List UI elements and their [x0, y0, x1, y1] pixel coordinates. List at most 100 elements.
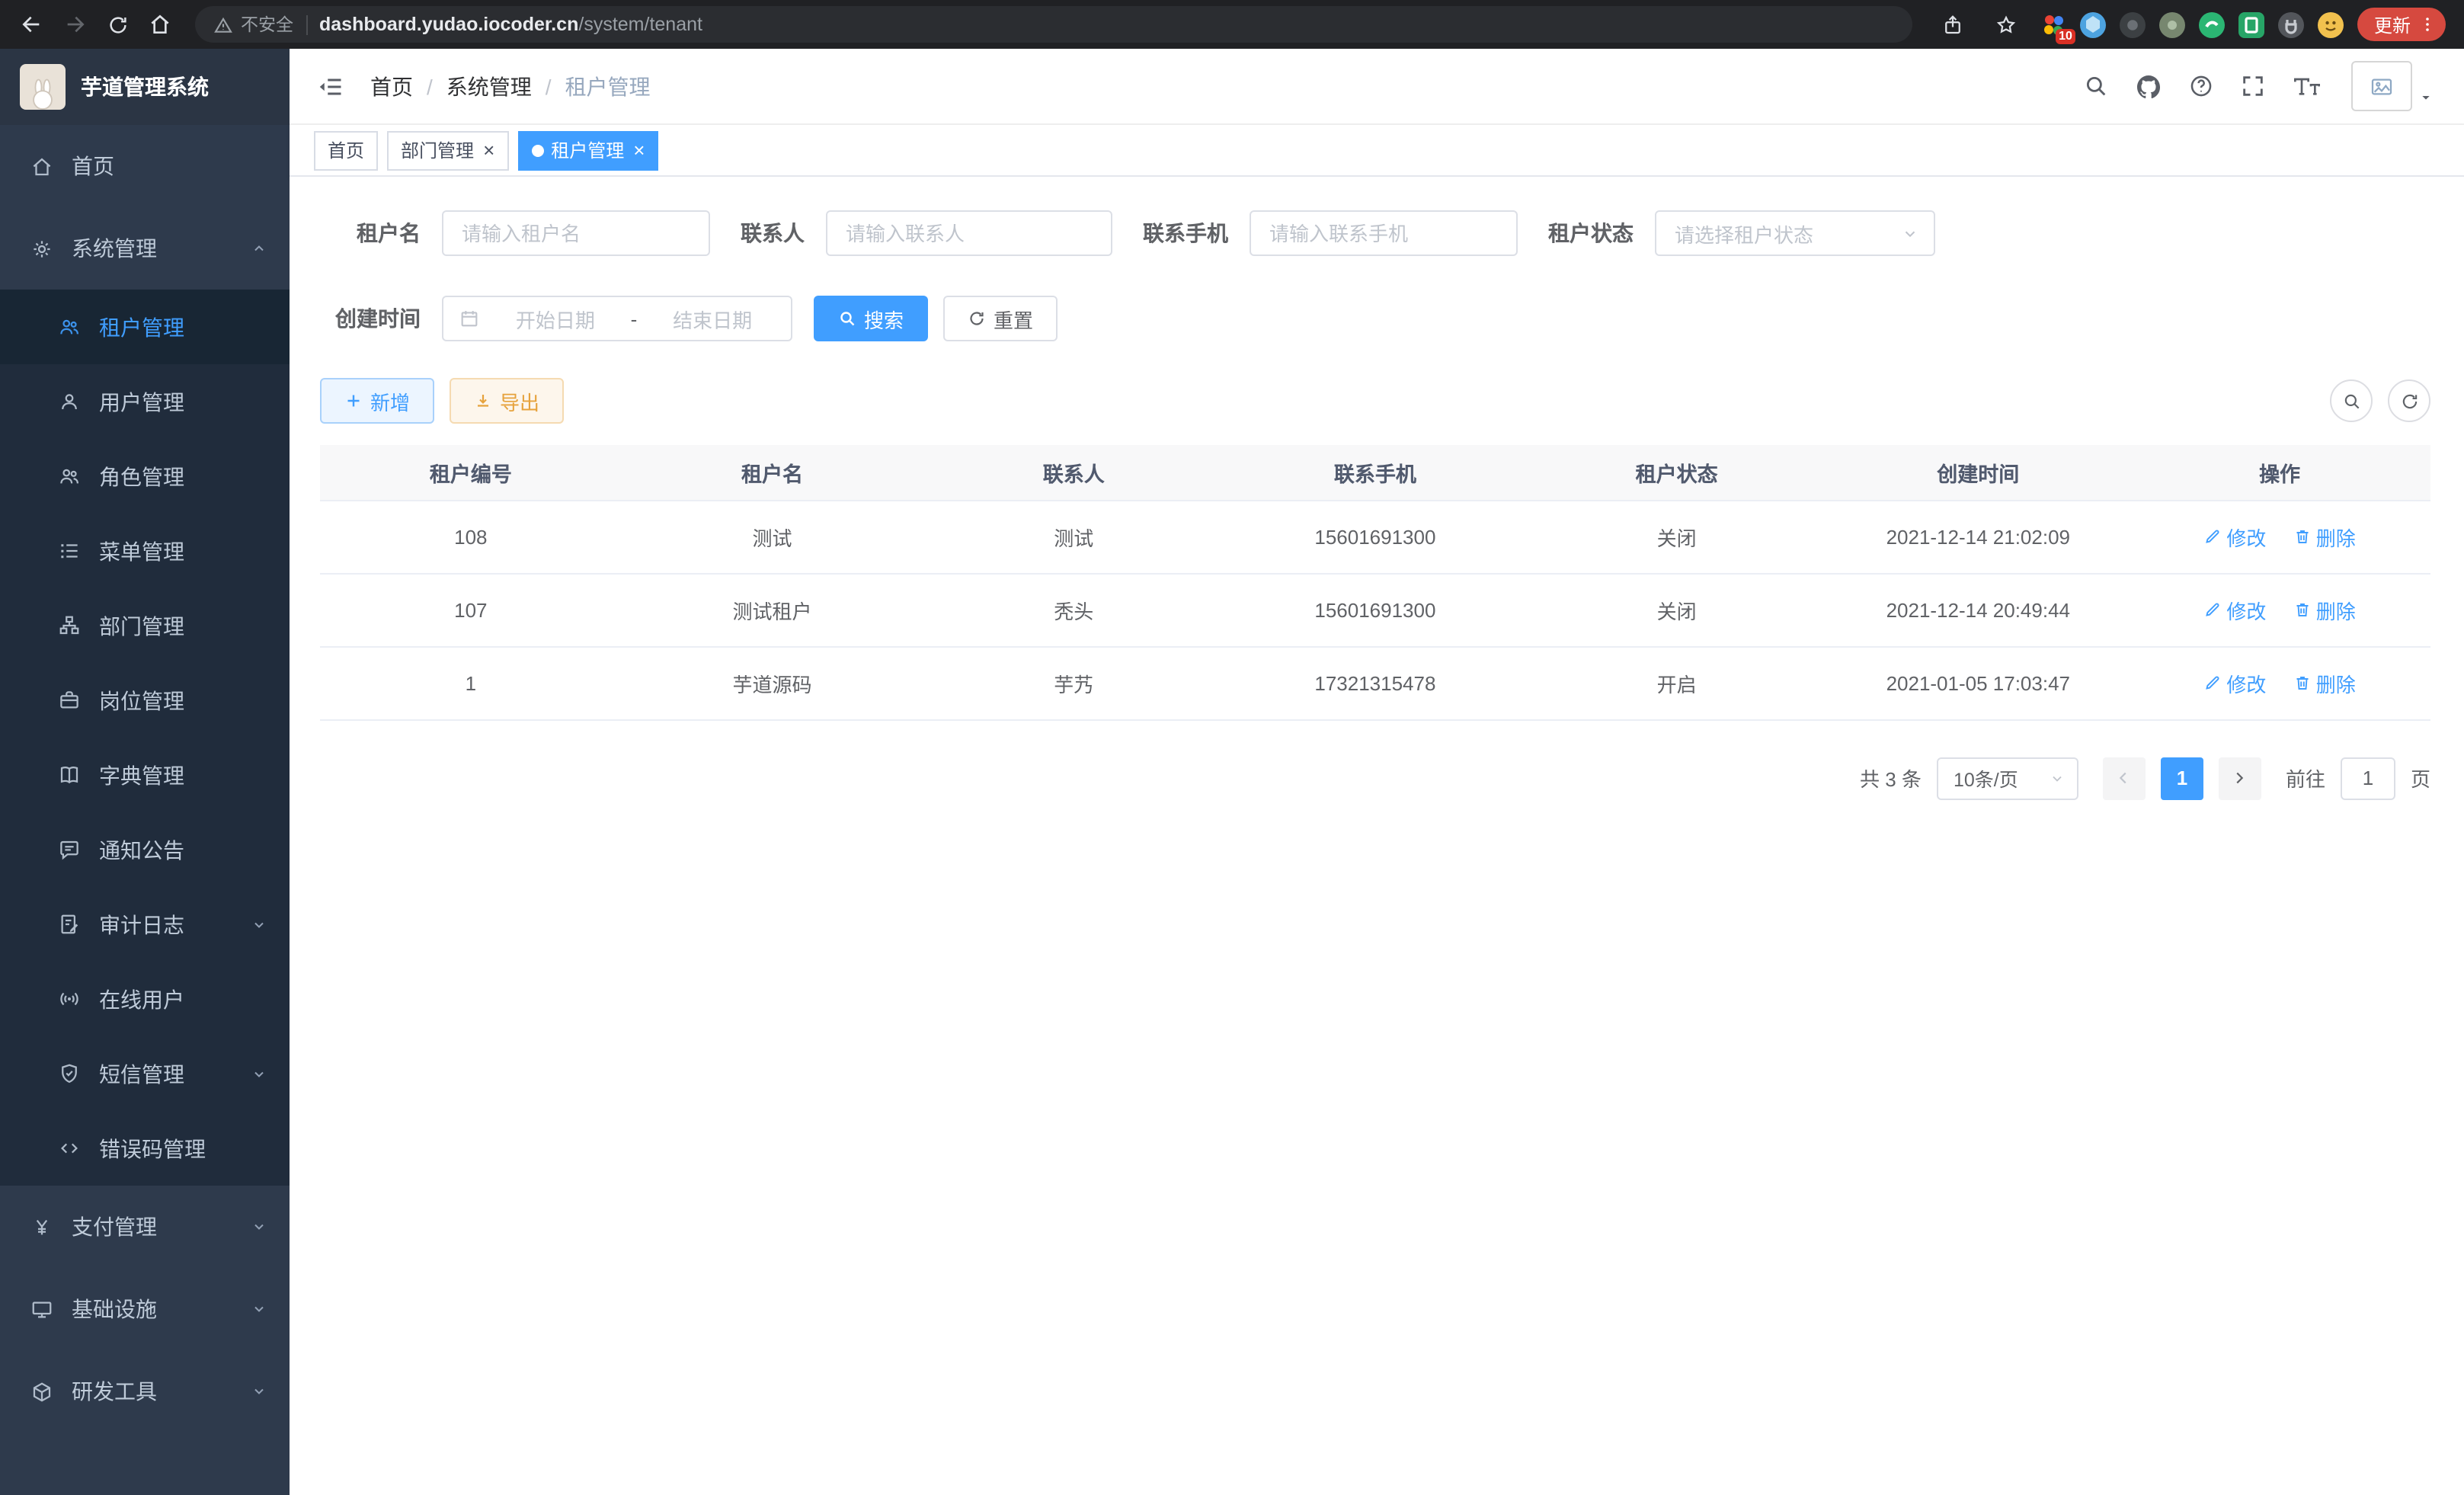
breadcrumb-current: 租户管理 [565, 71, 651, 101]
font-size-icon[interactable] [2292, 74, 2321, 98]
browser-update-button[interactable]: 更新 [2357, 8, 2446, 41]
pagination: 共 3 条 10条/页 1 前往 页 [320, 757, 2430, 799]
prev-page-button[interactable] [2103, 757, 2146, 799]
edit-link[interactable]: 修改 [2203, 595, 2266, 624]
tab-dept[interactable]: 部门管理 × [387, 130, 508, 170]
sidebar-fold-button[interactable] [317, 72, 344, 100]
caret-down-icon [2418, 91, 2434, 103]
extension-badge: 10 [2056, 28, 2075, 43]
goto-label: 前往 [2286, 764, 2325, 792]
select-caret-icon [1902, 225, 1918, 242]
sidebar-item-notice[interactable]: 通知公告 [0, 812, 290, 887]
col-status: 租户状态 [1526, 445, 1828, 500]
tab-close-icon[interactable]: × [633, 140, 645, 160]
add-button[interactable]: 新增 [320, 378, 434, 424]
user-avatar[interactable] [2351, 61, 2434, 111]
app-title: 芋道管理系统 [81, 72, 209, 102]
breadcrumb-separator: / [546, 74, 552, 98]
delete-link[interactable]: 删除 [2293, 668, 2356, 697]
sidebar-item-post[interactable]: 岗位管理 [0, 663, 290, 738]
tab-home[interactable]: 首页 [314, 130, 378, 170]
extension-palette-icon[interactable]: 10 [2040, 11, 2066, 37]
browser-reload-button[interactable] [98, 5, 137, 44]
site-security-chip[interactable]: 不安全 [213, 12, 293, 37]
delete-link[interactable]: 删除 [2293, 522, 2356, 551]
search-button[interactable]: 搜索 [814, 296, 928, 341]
sidebar-item-error-code[interactable]: 错误码管理 [0, 1111, 290, 1186]
extension-yellow-icon[interactable] [2318, 11, 2344, 37]
page-content: 租户名 联系人 联系手机 租户状态 请选择租户状态 [290, 177, 2464, 1495]
header-search-icon[interactable] [2083, 73, 2109, 99]
chevron-left-icon [2116, 770, 2133, 786]
extension-olive-icon[interactable] [2159, 11, 2185, 37]
tenant-name-input[interactable] [442, 210, 710, 256]
export-button[interactable]: 导出 [450, 378, 564, 424]
sidebar-item-sms[interactable]: 短信管理 [0, 1036, 290, 1111]
contact-input[interactable] [826, 210, 1112, 256]
page-number-1[interactable]: 1 [2161, 757, 2203, 799]
browser-forward-button[interactable] [55, 5, 94, 44]
sidebar-item-audit-log[interactable]: 审计日志 [0, 887, 290, 962]
table-row: 107 测试租户 秃头 15601691300 关闭 2021-12-14 20… [320, 573, 2430, 646]
sidebar-item-dict[interactable]: 字典管理 [0, 738, 290, 812]
sidebar-item-menu[interactable]: 菜单管理 [0, 514, 290, 588]
delete-link[interactable]: 删除 [2293, 595, 2356, 624]
toggle-search-button[interactable] [2330, 379, 2373, 422]
col-tenant-id: 租户编号 [320, 445, 622, 500]
url-domain: dashboard.yudao.iocoder.cn [319, 14, 578, 35]
share-icon[interactable] [1934, 5, 1973, 44]
sidebar-item-devtools[interactable]: 研发工具 [0, 1350, 290, 1433]
filter-status: 租户状态 请选择租户状态 [1548, 210, 1935, 256]
sidebar-item-dept[interactable]: 部门管理 [0, 588, 290, 663]
sidebar-item-system[interactable]: 系统管理 [0, 207, 290, 290]
browser-home-button[interactable] [140, 5, 180, 44]
yen-icon [30, 1215, 53, 1238]
sidebar-item-online-users[interactable]: 在线用户 [0, 962, 290, 1036]
next-page-button[interactable] [2219, 757, 2261, 799]
address-bar[interactable]: 不安全 dashboard.yudao.iocoder.cn/system/te… [195, 6, 1912, 43]
refresh-table-button[interactable] [2388, 379, 2430, 422]
fullscreen-icon[interactable] [2240, 73, 2266, 99]
tenant-name-label: 租户名 [320, 218, 421, 248]
page-size-select[interactable]: 10条/页 [1937, 757, 2078, 799]
app-logo[interactable]: 芋道管理系统 [0, 49, 290, 125]
calendar-icon [459, 308, 480, 329]
create-time-range-picker[interactable]: 开始日期 - 结束日期 [442, 296, 792, 341]
breadcrumb-home[interactable]: 首页 [370, 71, 413, 101]
table-row: 108 测试 测试 15601691300 关闭 2021-12-14 21:0… [320, 500, 2430, 573]
briefcase-icon [58, 689, 81, 712]
gear-icon [30, 237, 53, 260]
sidebar-item-payment[interactable]: 支付管理 [0, 1186, 290, 1268]
tab-close-icon[interactable]: × [483, 140, 494, 160]
extension-green-square-icon[interactable] [2238, 11, 2264, 37]
tenant-status-select[interactable]: 请选择租户状态 [1655, 210, 1935, 256]
app-frame: 芋道管理系统 首页 系统管理 租户管理 用户管理 [0, 49, 2464, 1495]
audit-log-icon [58, 913, 81, 936]
tab-tenant[interactable]: 租户管理 × [517, 130, 658, 170]
sidebar-item-infra[interactable]: 基础设施 [0, 1268, 290, 1350]
warning-icon [213, 14, 233, 34]
reset-button[interactable]: 重置 [943, 296, 1058, 341]
goto-page-input[interactable] [2341, 757, 2395, 799]
browser-back-button[interactable] [12, 5, 52, 44]
breadcrumb-system[interactable]: 系统管理 [446, 71, 532, 101]
sidebar-item-role[interactable]: 角色管理 [0, 439, 290, 514]
sidebar-item-user[interactable]: 用户管理 [0, 364, 290, 439]
status-label: 租户状态 [1548, 218, 1634, 248]
col-created: 创建时间 [1827, 445, 2129, 500]
extension-blue-icon[interactable] [2080, 11, 2106, 37]
extension-plug-icon[interactable] [2278, 11, 2304, 37]
create-time-label: 创建时间 [320, 303, 421, 334]
tenant-users-icon [58, 315, 81, 338]
github-icon[interactable] [2135, 72, 2162, 100]
edit-link[interactable]: 修改 [2203, 668, 2266, 697]
sidebar-item-home[interactable]: 首页 [0, 125, 290, 207]
help-icon[interactable] [2188, 73, 2214, 99]
monitor-icon [30, 1298, 53, 1321]
extension-dark-icon[interactable] [2120, 11, 2146, 37]
bookmark-star-icon[interactable] [1987, 5, 2027, 44]
extension-green-circle-icon[interactable] [2199, 11, 2225, 37]
sidebar-item-tenant[interactable]: 租户管理 [0, 290, 290, 364]
edit-link[interactable]: 修改 [2203, 522, 2266, 551]
phone-input[interactable] [1250, 210, 1518, 256]
